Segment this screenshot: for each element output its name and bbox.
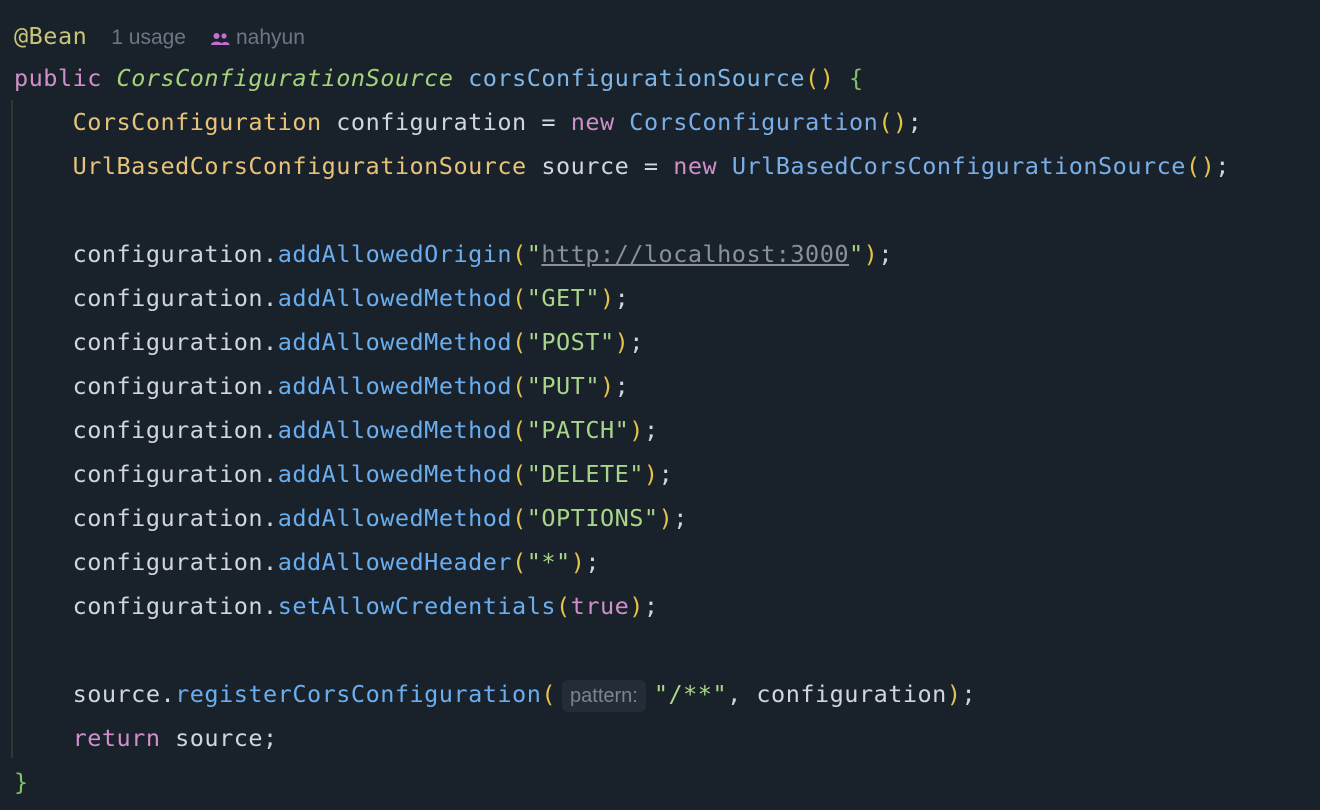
semicolon: ; xyxy=(907,108,923,136)
method-call: addAllowedMethod xyxy=(277,372,513,400)
code-line-allow-credentials[interactable]: configuration.setAllowCredentials(true); xyxy=(14,584,659,628)
keyword-true: true xyxy=(570,592,630,620)
method-call: addAllowedMethod xyxy=(277,460,513,488)
semicolon: ; xyxy=(1215,152,1230,180)
method-call: addAllowedMethod xyxy=(277,416,513,444)
receiver: configuration xyxy=(72,460,264,488)
string-literal: PATCH xyxy=(541,416,615,444)
string-literal: GET xyxy=(541,284,586,312)
code-line-close[interactable]: } xyxy=(14,760,29,804)
operator: = xyxy=(643,152,659,180)
usage-hint[interactable]: 1 usage xyxy=(111,26,186,49)
people-icon xyxy=(210,16,230,60)
method-name: corsConfigurationSource xyxy=(468,64,806,92)
method-call: addAllowedMethod xyxy=(277,284,513,312)
string-literal: DELETE xyxy=(541,460,630,488)
receiver: configuration xyxy=(72,328,264,356)
string-literal: /** xyxy=(668,680,713,708)
string-literal: OPTIONS xyxy=(541,504,644,532)
return-value: source xyxy=(175,724,264,752)
variable: source xyxy=(541,152,630,180)
code-line-annotation: @Bean 1 usage nahyun xyxy=(14,14,305,58)
keyword-new: new xyxy=(570,108,615,136)
code-line-return[interactable]: return source; xyxy=(14,716,278,760)
url-link[interactable]: http://localhost:3000 xyxy=(541,240,849,268)
receiver: configuration xyxy=(72,548,264,576)
code-line-source-decl[interactable]: UrlBasedCorsConfigurationSource source =… xyxy=(14,144,1230,188)
receiver: configuration xyxy=(72,504,264,532)
code-line-allowed-method[interactable]: configuration.addAllowedMethod("PATCH"); xyxy=(14,408,659,452)
parens: () xyxy=(1185,152,1216,180)
constructor: CorsConfiguration xyxy=(629,108,879,136)
parameter-hint: pattern: xyxy=(562,679,646,712)
code-line-allowed-header[interactable]: configuration.addAllowedHeader("*"); xyxy=(14,540,600,584)
receiver: configuration xyxy=(72,284,264,312)
receiver: configuration xyxy=(72,372,264,400)
keyword-public: public xyxy=(14,64,102,92)
argument: configuration xyxy=(756,680,947,708)
keyword-new: new xyxy=(673,152,718,180)
parens: () xyxy=(805,64,835,92)
variable: configuration xyxy=(336,108,527,136)
return-type: CorsConfigurationSource xyxy=(116,64,454,92)
code-line-allowed-method[interactable]: configuration.addAllowedMethod("PUT"); xyxy=(14,364,629,408)
code-line-allowed-method[interactable]: configuration.addAllowedMethod("DELETE")… xyxy=(14,452,673,496)
parens: () xyxy=(878,108,908,136)
method-call: addAllowedMethod xyxy=(277,328,513,356)
type-name: UrlBasedCorsConfigurationSource xyxy=(72,152,527,180)
type-name: CorsConfiguration xyxy=(72,108,322,136)
code-editor[interactable]: @Bean 1 usage nahyun public CorsConfigurat… xyxy=(0,0,1320,810)
code-line-allowed-origin[interactable]: configuration.addAllowedOrigin("http://l… xyxy=(14,232,893,276)
close-brace: } xyxy=(14,768,29,796)
code-line-allowed-method[interactable]: configuration.addAllowedMethod("GET"); xyxy=(14,276,629,320)
code-line-register[interactable]: source.registerCorsConfiguration(pattern… xyxy=(14,672,976,716)
string-literal: * xyxy=(541,548,557,576)
code-line-method-signature[interactable]: public CorsConfigurationSource corsConfi… xyxy=(14,56,864,100)
receiver: configuration xyxy=(72,592,264,620)
receiver: source xyxy=(72,680,161,708)
method-call: setAllowCredentials xyxy=(277,592,557,620)
string-literal: POST xyxy=(541,328,600,356)
code-line-config-decl[interactable]: CorsConfiguration configuration = new Co… xyxy=(14,100,922,144)
receiver: configuration xyxy=(72,416,264,444)
code-line-allowed-method[interactable]: configuration.addAllowedMethod("OPTIONS"… xyxy=(14,496,688,540)
code-line-allowed-method[interactable]: configuration.addAllowedMethod("POST"); xyxy=(14,320,644,364)
receiver: configuration xyxy=(72,240,264,268)
constructor: UrlBasedCorsConfigurationSource xyxy=(731,152,1186,180)
method-call: addAllowedMethod xyxy=(277,504,513,532)
method-call: registerCorsConfiguration xyxy=(175,680,542,708)
open-brace: { xyxy=(849,64,864,92)
operator: = xyxy=(541,108,557,136)
keyword-return: return xyxy=(72,724,161,752)
author-hint[interactable]: nahyun xyxy=(236,26,305,49)
method-call: addAllowedHeader xyxy=(277,548,513,576)
annotation-bean: @Bean xyxy=(14,22,88,50)
method-call: addAllowedOrigin xyxy=(277,240,513,268)
string-literal: PUT xyxy=(541,372,586,400)
indent-guide xyxy=(11,100,13,758)
